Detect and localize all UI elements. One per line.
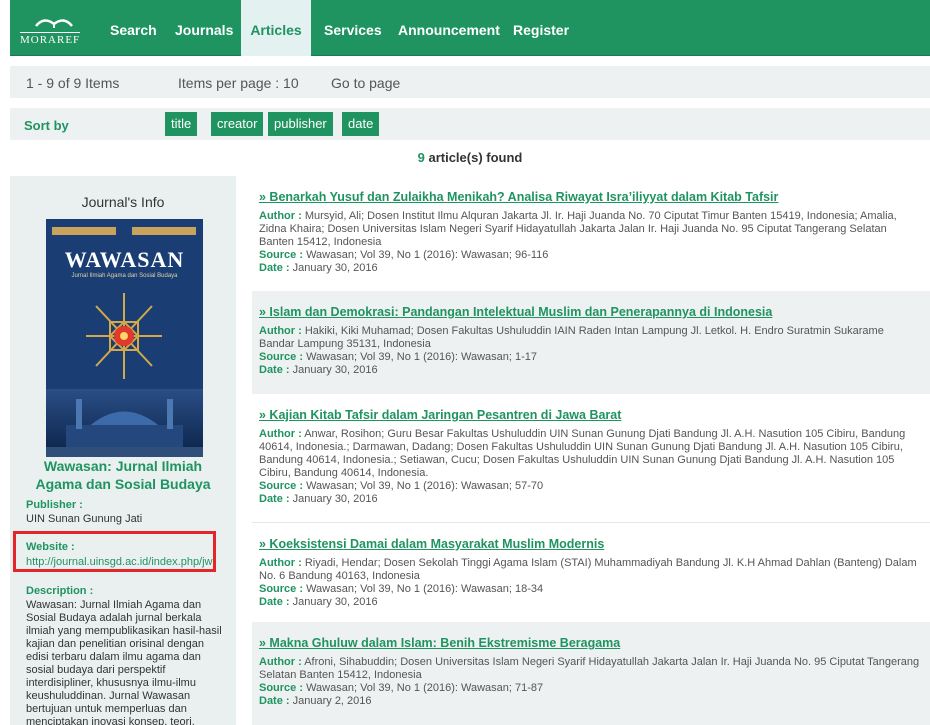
article-title-link[interactable]: » Benarkah Yusuf dan Zulaikha Menikah? A… bbox=[259, 190, 922, 204]
article-source: Source : Wawasan; Vol 39, No 1 (2016): W… bbox=[259, 682, 544, 694]
article-list: » Benarkah Yusuf dan Zulaikha Menikah? A… bbox=[252, 176, 930, 725]
sort-title-button[interactable]: title bbox=[165, 112, 198, 136]
publisher-label: Publisher : bbox=[26, 499, 83, 511]
article-author: Author : Mursyid, Ali; Dosen Institut Il… bbox=[259, 210, 897, 248]
pagination-bar: 1 - 9 of 9 Items Items per page : 10 Go … bbox=[10, 66, 930, 98]
book-wings-icon bbox=[35, 19, 73, 28]
nav-services[interactable]: Services bbox=[324, 0, 382, 56]
article-source: Source : Wawasan; Vol 39, No 1 (2016): W… bbox=[259, 583, 544, 595]
cover-header-bars bbox=[46, 227, 203, 235]
cover-subtitle: Jurnal Ilmiah Agama dan Sosial Budaya bbox=[71, 273, 178, 279]
sidebar-heading: Journal's Info bbox=[81, 194, 165, 210]
article-item: » Benarkah Yusuf dan Zulaikha Menikah? A… bbox=[252, 176, 930, 288]
article-item: » Kajian Kitab Tafsir dalam Jaringan Pes… bbox=[252, 398, 930, 521]
article-title-link[interactable]: » Kajian Kitab Tafsir dalam Jaringan Pes… bbox=[259, 408, 922, 422]
ornament-icon bbox=[86, 293, 162, 379]
article-date: Date : January 30, 2016 bbox=[259, 364, 378, 376]
cover-title: WAWASAN bbox=[64, 247, 185, 272]
journal-info-sidebar: Journal's Info WAWASAN Jurnal Ilmiah Aga… bbox=[10, 176, 236, 725]
article-date: Date : January 30, 2016 bbox=[259, 493, 378, 505]
journal-cover-image: WAWASAN Jurnal Ilmiah Agama dan Sosial B… bbox=[46, 219, 203, 457]
nav-search[interactable]: Search bbox=[110, 0, 157, 56]
logo-text: MORAREF bbox=[20, 32, 81, 46]
nav-journals[interactable]: Journals bbox=[175, 0, 233, 56]
article-author: Author : Hakiki, Kiki Muhamad; Dosen Fak… bbox=[259, 325, 884, 350]
results-count: 9 article(s) found bbox=[10, 150, 930, 170]
nav-announcement[interactable]: Announcement bbox=[398, 0, 500, 56]
article-title-link[interactable]: » Koeksistensi Damai dalam Masyarakat Mu… bbox=[259, 537, 922, 551]
article-title-link[interactable]: » Makna Ghuluw dalam Islam: Benih Ekstre… bbox=[259, 636, 922, 650]
article-author: Author : Afroni, Sihabuddin; Dosen Unive… bbox=[259, 656, 920, 681]
article-item: » Makna Ghuluw dalam Islam: Benih Ekstre… bbox=[252, 622, 930, 725]
journal-title[interactable]: Wawasan: Jurnal Ilmiah Agama dan Sosial … bbox=[20, 457, 226, 493]
cover-mosque-image bbox=[46, 389, 203, 447]
article-item: » Islam dan Demokrasi: Pandangan Intelek… bbox=[252, 291, 930, 394]
nav-register[interactable]: Register bbox=[513, 0, 569, 56]
items-per-page[interactable]: Items per page : 10 bbox=[178, 75, 299, 91]
results-text: article(s) found bbox=[428, 150, 523, 165]
cover-footer bbox=[46, 447, 203, 457]
article-item: » Koeksistensi Damai dalam Masyarakat Mu… bbox=[252, 522, 930, 622]
article-source: Source : Wawasan; Vol 39, No 1 (2016): W… bbox=[259, 249, 549, 261]
article-title-link[interactable]: » Islam dan Demokrasi: Pandangan Intelek… bbox=[259, 305, 922, 319]
items-range: 1 - 9 of 9 Items bbox=[26, 75, 120, 91]
go-to-page[interactable]: Go to page bbox=[331, 75, 400, 91]
sort-date-button[interactable]: date bbox=[342, 112, 380, 136]
article-author: Author : Riyadi, Hendar; Dosen Sekolah T… bbox=[259, 557, 917, 582]
article-source: Source : Wawasan; Vol 39, No 1 (2016): W… bbox=[259, 480, 544, 492]
nav-articles[interactable]: Articles bbox=[241, 0, 311, 56]
website-highlight-box bbox=[13, 531, 216, 572]
moraref-logo[interactable]: MORAREF bbox=[20, 14, 88, 48]
top-navbar: MORAREF Search Journals Articles Service… bbox=[10, 0, 930, 56]
results-number: 9 bbox=[417, 150, 425, 165]
sort-creator-button[interactable]: creator bbox=[211, 112, 264, 136]
sort-bar: Sort by title creator publisher date bbox=[10, 108, 930, 140]
sort-publisher-button[interactable]: publisher bbox=[268, 112, 333, 136]
description-label: Description : bbox=[26, 585, 94, 597]
article-date: Date : January 2, 2016 bbox=[259, 695, 372, 707]
description-text: Wawasan: Jurnal Ilmiah Agama dan Sosial … bbox=[26, 599, 222, 725]
article-source: Source : Wawasan; Vol 39, No 1 (2016): W… bbox=[259, 351, 537, 363]
publisher-value: UIN Sunan Gunung Jati bbox=[26, 513, 143, 525]
article-date: Date : January 30, 2016 bbox=[259, 262, 378, 274]
article-date: Date : January 30, 2016 bbox=[259, 596, 378, 608]
sort-label: Sort by bbox=[24, 118, 69, 133]
article-author: Author : Anwar, Rosihon; Guru Besar Faku… bbox=[259, 428, 906, 479]
